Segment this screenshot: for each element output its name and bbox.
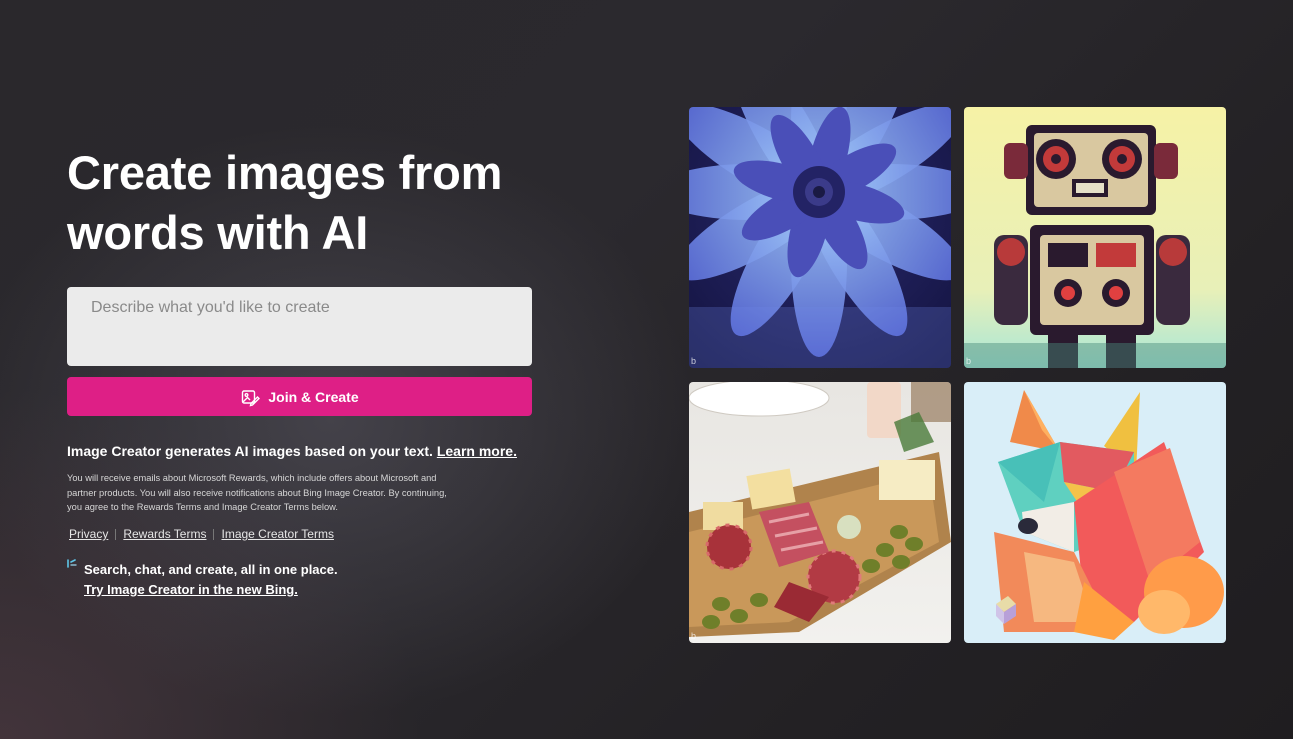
bing-promo: Search, chat, and create, all in one pla… bbox=[84, 560, 338, 600]
try-new-bing-link[interactable]: Try Image Creator in the new Bing. bbox=[84, 582, 298, 597]
headline-line-2: words with AI bbox=[67, 206, 369, 259]
charcuterie-board-image bbox=[689, 382, 951, 643]
bing-sparkle-icon bbox=[67, 559, 77, 568]
page-headline: Create images from words with AI bbox=[67, 143, 587, 263]
privacy-link[interactable]: Privacy bbox=[69, 527, 108, 541]
join-create-label: Join & Create bbox=[268, 388, 359, 405]
image-create-icon bbox=[242, 389, 261, 406]
gallery-tile-charcuterie[interactable]: b bbox=[689, 382, 951, 643]
bing-watermark-icon: b bbox=[691, 631, 697, 641]
gallery-tile-dahlia[interactable]: b bbox=[689, 107, 951, 368]
rewards-disclaimer: You will receive emails about Microsoft … bbox=[67, 473, 447, 512]
join-create-button[interactable]: Join & Create bbox=[67, 377, 532, 416]
prompt-input[interactable] bbox=[67, 287, 532, 366]
bing-watermark-icon: b bbox=[966, 356, 972, 366]
gallery-tile-fox[interactable] bbox=[964, 382, 1226, 643]
bing-watermark-icon: b bbox=[691, 356, 697, 366]
headline-line-1: Create images from bbox=[67, 146, 503, 199]
rewards-terms-link[interactable]: Rewards Terms bbox=[123, 527, 206, 541]
blue-dahlia-flower-image bbox=[689, 107, 951, 368]
retro-robot-image bbox=[964, 107, 1226, 368]
info-text: Image Creator generates AI images based … bbox=[67, 443, 517, 459]
paper-fox-image bbox=[964, 382, 1226, 643]
image-creator-terms-link[interactable]: Image Creator Terms bbox=[221, 527, 333, 541]
link-divider bbox=[115, 528, 117, 540]
link-divider bbox=[213, 528, 215, 540]
learn-more-link[interactable]: Learn more. bbox=[437, 443, 517, 459]
footer-links: Privacy Rewards Terms Image Creator Term… bbox=[69, 527, 334, 541]
gallery-tile-robot[interactable]: b bbox=[964, 107, 1226, 368]
promo-text: Search, chat, and create, all in one pla… bbox=[84, 562, 338, 577]
info-text-body: Image Creator generates AI images based … bbox=[67, 443, 433, 459]
